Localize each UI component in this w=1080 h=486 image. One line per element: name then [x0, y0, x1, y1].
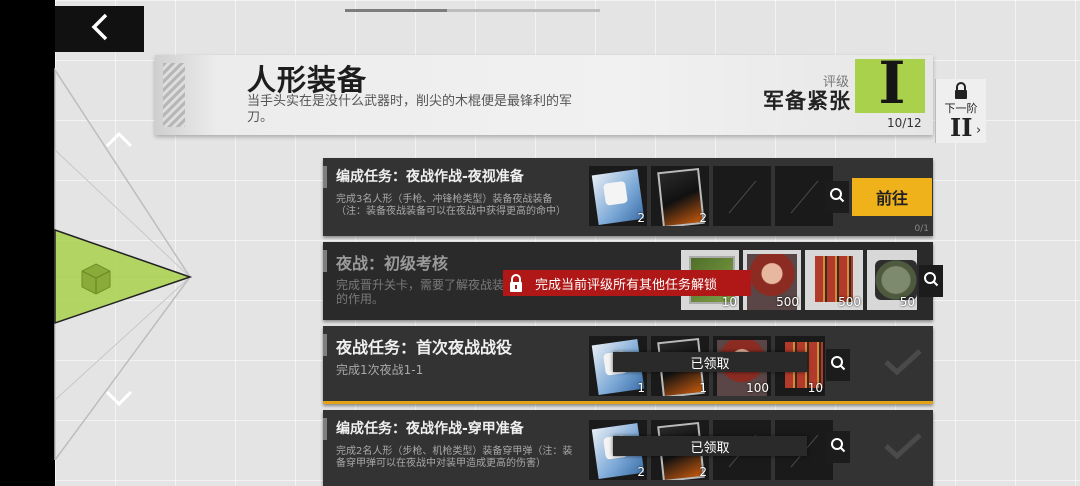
- manual-icon: [657, 167, 705, 226]
- reward-details-button[interactable]: [826, 431, 850, 463]
- reward-count: 1: [699, 381, 707, 395]
- go-button[interactable]: 前往: [852, 178, 932, 216]
- lock-message: 完成当前评级所有其他任务解锁: [535, 277, 718, 293]
- reward-details-button[interactable]: [825, 181, 849, 213]
- top-scroll-indicator: [345, 9, 600, 12]
- chevron-left-icon: [90, 12, 110, 46]
- chevron-up-icon[interactable]: [104, 130, 134, 150]
- task-description: 完成2名人形（步枪、机枪类型）装备穿甲弹（注：装备穿甲弹可以在夜战中对装甲造成更…: [336, 446, 573, 469]
- reward-slot[interactable]: 50: [867, 250, 917, 310]
- next-tier-button[interactable]: 下一阶 II ›: [935, 79, 986, 143]
- reward-count: 10: [721, 295, 737, 309]
- task-card-completed: 夜战任务：首次夜战战役 完成1次夜战1-1 1 1 100 10 已领取: [323, 326, 933, 404]
- rating-progress: 10/12: [887, 116, 922, 130]
- checkmark-icon: [883, 432, 923, 460]
- task-description: 完成晋升关卡，需要了解夜战装备的作用。: [336, 278, 517, 306]
- reward-count: 10: [807, 381, 823, 395]
- chevron-down-icon[interactable]: [104, 388, 134, 408]
- reward-details-button[interactable]: [919, 265, 943, 297]
- reward-slot[interactable]: 2: [589, 166, 647, 226]
- reward-count: 100: [746, 381, 769, 395]
- rating-value: 军备紧张: [763, 88, 851, 113]
- cube-icon[interactable]: [80, 262, 112, 296]
- claimed-badge: 已领取: [613, 436, 807, 456]
- reward-count: 2: [699, 465, 707, 479]
- reward-count: 2: [637, 211, 645, 225]
- task-description: 完成1次夜战1-1: [336, 363, 424, 377]
- checkmark-icon: [883, 348, 923, 376]
- category-description: 当手头实在是没什么武器时，削尖的木棍便是最锋利的军刀。: [247, 94, 573, 125]
- search-icon: [923, 271, 939, 291]
- chevron-right-icon: ›: [976, 123, 982, 138]
- search-icon: [830, 355, 846, 375]
- task-title: 夜战：初级考核: [336, 254, 449, 273]
- task-card-completed: 编成任务：夜战作战-穿甲准备 完成2名人形（步枪、机枪类型）装备穿甲弹（注：装备…: [323, 410, 933, 486]
- reward-count: 1: [637, 381, 645, 395]
- header-stripes: [163, 63, 185, 127]
- reward-count: 500: [776, 295, 799, 309]
- task-title: 编成任务：夜战作战-穿甲准备: [336, 421, 524, 437]
- page-title: 人形装备: [247, 63, 368, 97]
- task-edge: [323, 166, 327, 188]
- selected-indicator: [323, 401, 933, 404]
- reward-count: 500: [838, 295, 861, 309]
- task-edge: [323, 334, 327, 356]
- task-edge: [323, 418, 327, 440]
- search-icon: [829, 187, 845, 207]
- empty-reward-slot: [713, 166, 771, 226]
- reward-count: 2: [699, 211, 707, 225]
- task-card-locked: 夜战：初级考核 完成晋升关卡，需要了解夜战装备的作用。 10 500 500 5…: [323, 242, 943, 320]
- next-tier-roman: II: [950, 113, 973, 142]
- reward-slot[interactable]: 500: [743, 250, 801, 310]
- reward-count: 2: [637, 465, 645, 479]
- lock-icon: [507, 273, 527, 293]
- rating-roman: I: [878, 49, 906, 117]
- back-button[interactable]: [55, 6, 144, 52]
- ration-icon: [875, 260, 917, 300]
- top-scroll-fill: [345, 9, 447, 12]
- reward-slot[interactable]: 2: [651, 166, 709, 226]
- reward-details-button[interactable]: [826, 349, 850, 381]
- claimed-badge: 已领取: [613, 352, 807, 372]
- task-progress: 0/1: [914, 224, 929, 234]
- task-description: 完成3名人形（手枪、冲锋枪类型）装备夜战装备（注：装备夜战装备可以在夜战中获得更…: [336, 194, 566, 217]
- task-title: 夜战任务：首次夜战战役: [336, 338, 513, 357]
- reward-count: 50: [899, 295, 915, 309]
- reward-slot[interactable]: 500: [805, 250, 863, 310]
- search-icon: [830, 437, 846, 457]
- task-card: 编成任务：夜战作战-夜视准备 完成3名人形（手枪、冲锋枪类型）装备夜战装备（注：…: [323, 158, 933, 236]
- task-title: 编成任务：夜战作战-夜视准备: [336, 169, 524, 185]
- category-header: 人形装备 当手头实在是没什么武器时，削尖的木棍便是最锋利的军刀。 I 评级 军备…: [155, 49, 933, 135]
- unlock-requirement-banner: 完成当前评级所有其他任务解锁: [503, 270, 751, 296]
- task-edge: [323, 250, 327, 272]
